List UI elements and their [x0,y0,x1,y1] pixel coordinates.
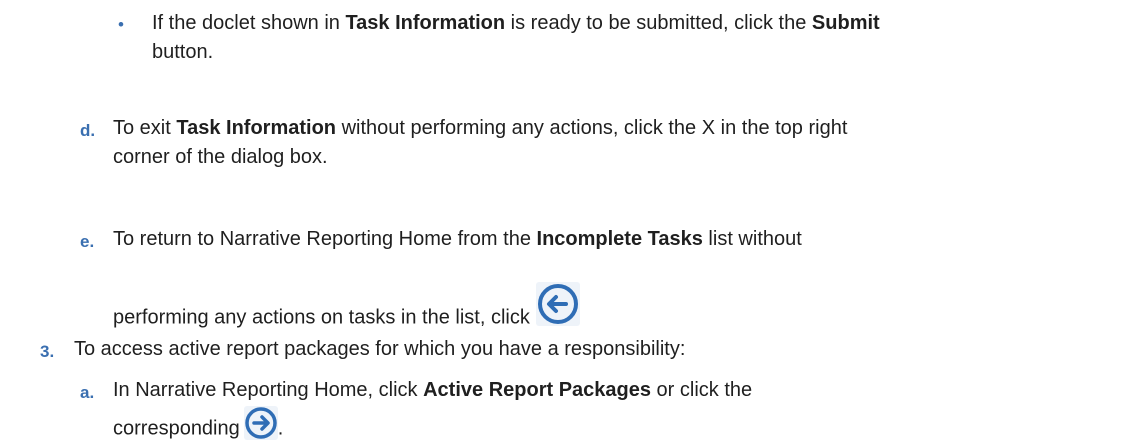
bullet-marker: • [118,15,124,34]
submit-term: Submit [811,12,880,34]
task-information-term: Task Information [176,117,337,139]
step-d-text: To exit Task Information without perform… [113,117,848,168]
step-a-text: In Narrative Reporting Home, click Activ… [113,379,753,401]
step-3-marker: 3. [40,342,55,361]
step-d-marker: d. [80,121,96,140]
step-e-text: To return to Narrative Reporting Home fr… [113,228,802,250]
step-e-marker: e. [80,232,95,251]
step-a-text-line2: corresponding . [113,406,283,446]
step-a-marker: a. [80,383,95,402]
task-information-term: Task Information [345,12,506,34]
back-arrow-circle-icon [535,282,580,326]
step-3-text: To access active report packages for whi… [74,338,686,360]
step-e-text-line2: performing any actions on tasks in the l… [113,282,580,340]
submit-instruction: If the doclet shown in Task Information … [152,12,880,63]
incomplete-tasks-term: Incomplete Tasks [536,228,703,250]
active-report-packages-term: Active Report Packages [423,379,651,401]
